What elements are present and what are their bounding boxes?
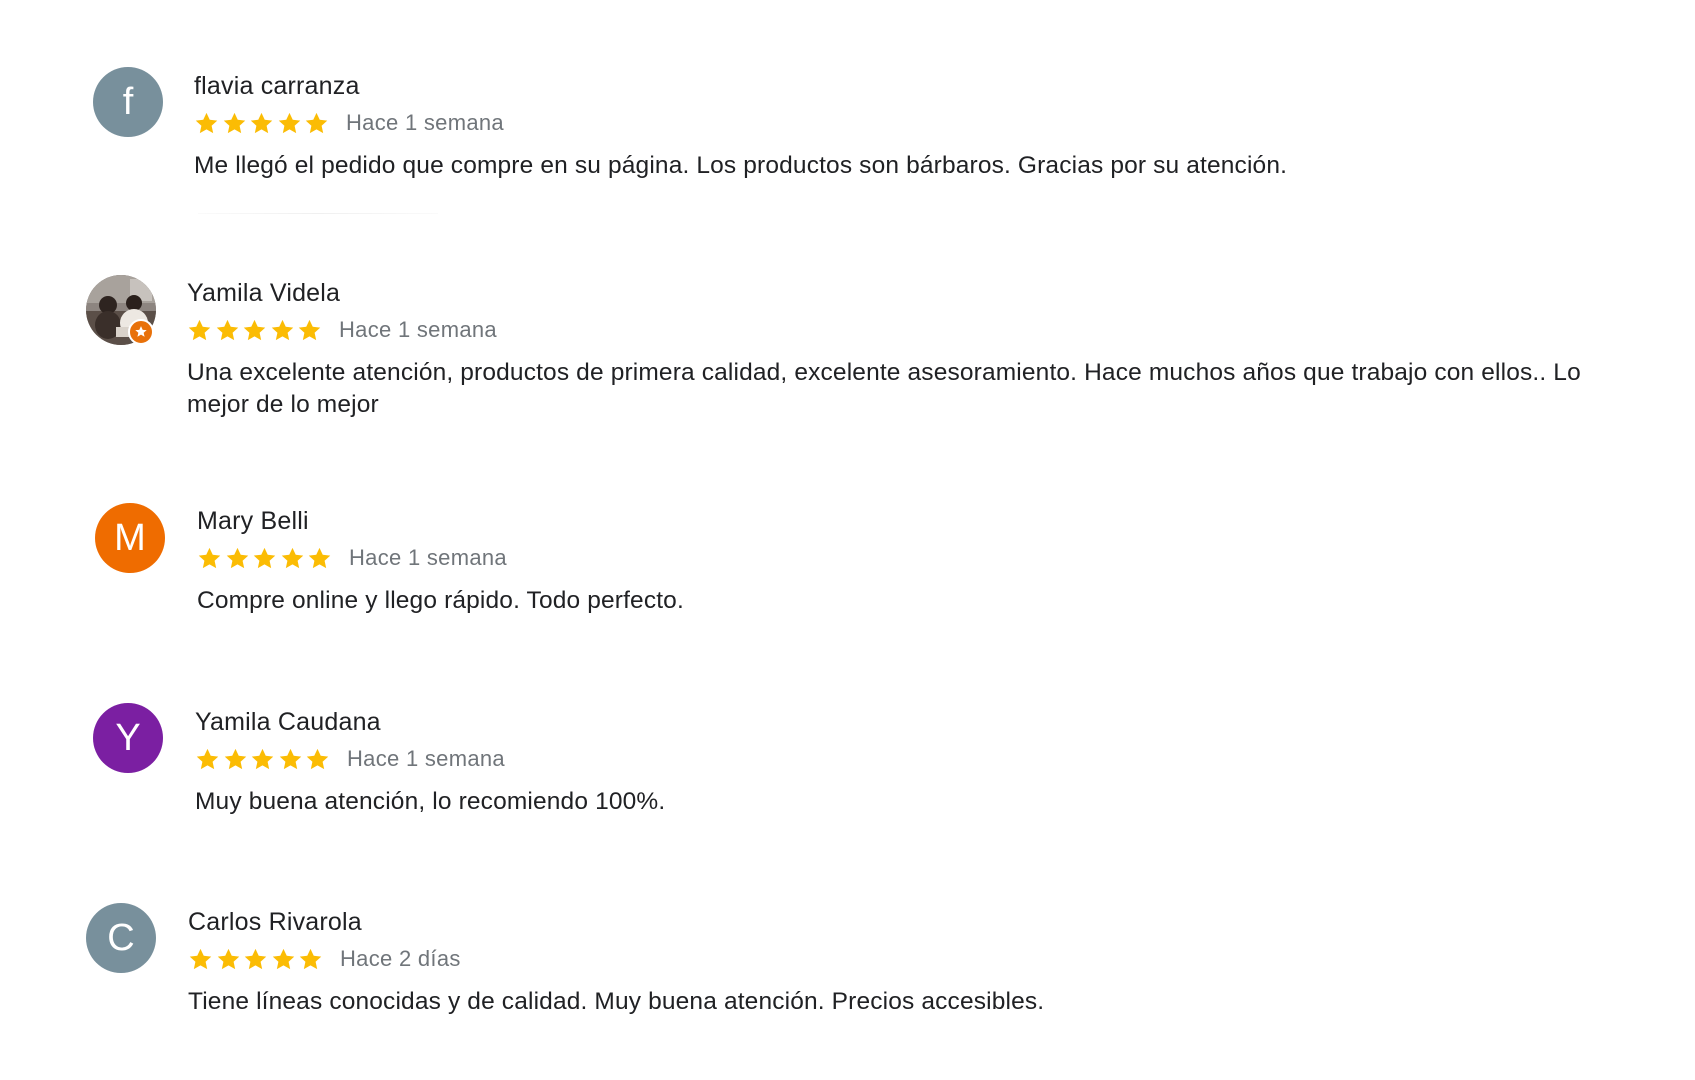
star-icon xyxy=(224,748,246,769)
local-guide-badge xyxy=(128,319,154,345)
review-date: Hace 2 días xyxy=(339,946,461,971)
star-icon xyxy=(226,547,248,568)
star-icon xyxy=(251,748,274,769)
star-icon xyxy=(243,319,266,340)
star-icon xyxy=(216,319,238,340)
review-text: Tiene líneas conocidas y de calidad. Muy… xyxy=(188,988,1045,1015)
star-icon xyxy=(307,748,329,769)
reviewer-name[interactable]: flavia carranza xyxy=(194,70,1695,102)
star-rating xyxy=(187,318,325,343)
star-rating xyxy=(195,747,333,772)
star-badge-icon xyxy=(135,326,147,337)
avatar-initial: C xyxy=(107,917,135,959)
review-text: Muy buena atención, lo recomiendo 100%. xyxy=(195,788,666,815)
star-icon xyxy=(309,547,331,568)
star-icon xyxy=(300,948,322,969)
star-icon xyxy=(279,748,302,769)
review-date: Hace 1 semana xyxy=(338,317,497,342)
star-rating xyxy=(197,546,335,571)
star-icon xyxy=(217,948,239,969)
star-icon xyxy=(271,319,294,340)
star-icon xyxy=(198,547,221,568)
star-icon xyxy=(299,319,321,340)
avatar-initial: M xyxy=(114,517,146,559)
review-date: Hace 1 semana xyxy=(348,545,507,570)
review-text: Compre online y llego rápido. Todo perfe… xyxy=(197,587,684,614)
star-icon xyxy=(306,112,328,133)
star-icon xyxy=(195,112,218,133)
divider xyxy=(198,213,438,214)
star-icon xyxy=(223,112,245,133)
avatar-initial: Y xyxy=(115,717,141,759)
star-icon xyxy=(196,748,219,769)
star-icon xyxy=(244,948,267,969)
star-rating xyxy=(194,111,332,136)
avatar[interactable]: f xyxy=(93,67,163,137)
review-text: Una excelente atención, productos de pri… xyxy=(187,359,1581,418)
avatar[interactable]: C xyxy=(86,903,156,973)
reviewer-name[interactable]: Mary Belli xyxy=(197,505,1695,537)
avatar[interactable]: M xyxy=(95,503,165,573)
star-icon xyxy=(189,948,212,969)
review-text: Me llegó el pedido que compre en su pági… xyxy=(194,152,1288,179)
star-icon xyxy=(253,547,276,568)
reviewer-name[interactable]: Yamila Videla xyxy=(187,277,1695,309)
reviewer-name[interactable]: Carlos Rivarola xyxy=(188,906,1695,938)
star-rating xyxy=(188,947,326,972)
star-icon xyxy=(272,948,295,969)
reviewer-name[interactable]: Yamila Caudana xyxy=(195,706,1695,738)
review-date: Hace 1 semana xyxy=(346,746,505,771)
star-icon xyxy=(250,112,273,133)
review-date: Hace 1 semana xyxy=(345,110,504,135)
avatar[interactable]: Y xyxy=(93,703,163,773)
star-icon xyxy=(188,319,211,340)
star-icon xyxy=(278,112,301,133)
avatar-initial: f xyxy=(122,81,134,123)
star-icon xyxy=(281,547,304,568)
